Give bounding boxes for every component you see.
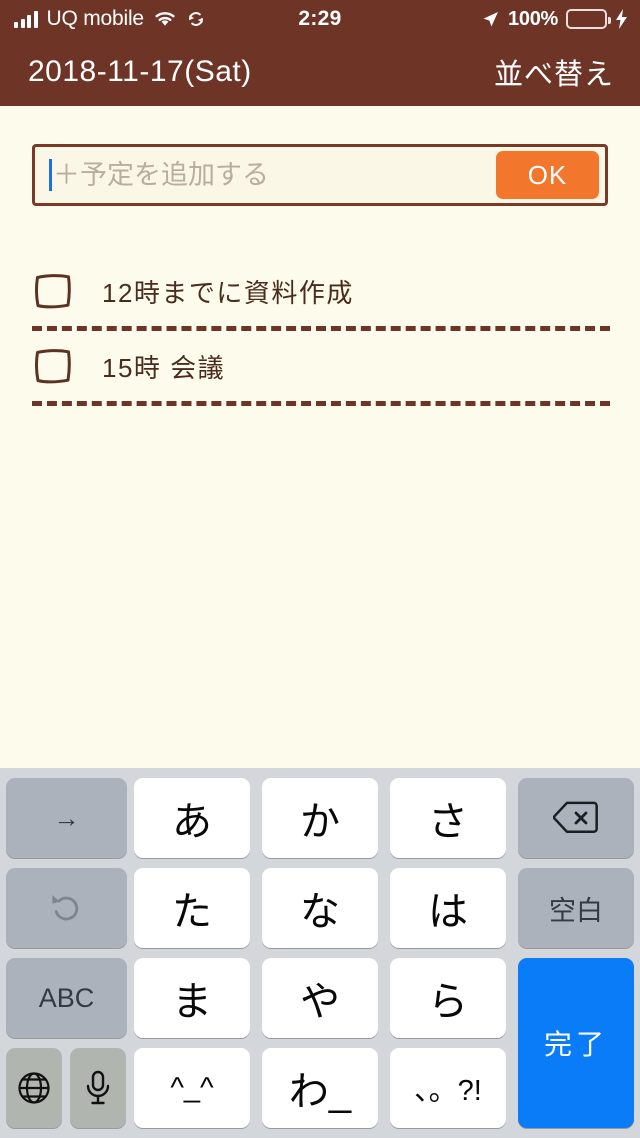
key-done[interactable]: 完了: [518, 958, 634, 1128]
key-undo[interactable]: [6, 868, 127, 948]
key-ka[interactable]: か: [262, 778, 378, 858]
add-task-input[interactable]: [53, 152, 496, 198]
key-delete[interactable]: [518, 778, 634, 858]
charging-bolt-icon: [615, 9, 628, 29]
task-checkbox[interactable]: [32, 346, 76, 386]
key-a[interactable]: あ: [134, 778, 250, 858]
software-keyboard: → あ か さ た な は 空白 ABC ま や ら 完了 ^_^ わ_ 、。?…: [0, 768, 640, 1138]
key-ya[interactable]: や: [262, 958, 378, 1038]
task-row[interactable]: 12時までに資料作成: [32, 256, 610, 326]
status-bar-right: 100%: [481, 8, 628, 31]
task-checkbox[interactable]: [32, 271, 76, 311]
key-mic[interactable]: [70, 1048, 126, 1128]
task-row[interactable]: 15時 会議: [32, 331, 610, 401]
key-emoticon[interactable]: ^_^: [134, 1048, 250, 1128]
app-root: UQ mobile 2:29 100% 2018-11-17(Sat) 並べ替え…: [0, 0, 640, 1138]
key-space[interactable]: 空白: [518, 868, 634, 948]
key-arrow-right[interactable]: →: [6, 778, 127, 858]
sort-button[interactable]: 並べ替え: [494, 51, 614, 93]
ok-button[interactable]: OK: [496, 151, 599, 199]
key-ma[interactable]: ま: [134, 958, 250, 1038]
key-ta[interactable]: た: [134, 868, 250, 948]
header-date-label: 2018-11-17(Sat): [28, 55, 252, 88]
battery-percent-label: 100%: [508, 7, 558, 30]
key-na[interactable]: な: [262, 868, 378, 948]
add-task-bar: OK: [32, 144, 608, 206]
key-wa[interactable]: わ_: [262, 1048, 378, 1128]
task-list: 12時までに資料作成 15時 会議: [32, 256, 610, 406]
key-ra[interactable]: ら: [390, 958, 506, 1038]
task-label: 12時までに資料作成: [102, 277, 354, 308]
key-abc[interactable]: ABC: [6, 958, 127, 1038]
battery-icon: [566, 9, 611, 29]
task-label: 15時 会議: [102, 352, 226, 383]
key-sa[interactable]: さ: [390, 778, 506, 858]
key-globe[interactable]: [6, 1048, 62, 1128]
task-divider: [32, 401, 610, 406]
status-bar: UQ mobile 2:29 100%: [0, 0, 640, 38]
text-caret: [49, 159, 52, 191]
location-arrow-icon: [481, 10, 500, 29]
app-header: 2018-11-17(Sat) 並べ替え: [0, 38, 640, 106]
key-punctuation[interactable]: 、。?!: [390, 1048, 506, 1128]
key-ha[interactable]: は: [390, 868, 506, 948]
